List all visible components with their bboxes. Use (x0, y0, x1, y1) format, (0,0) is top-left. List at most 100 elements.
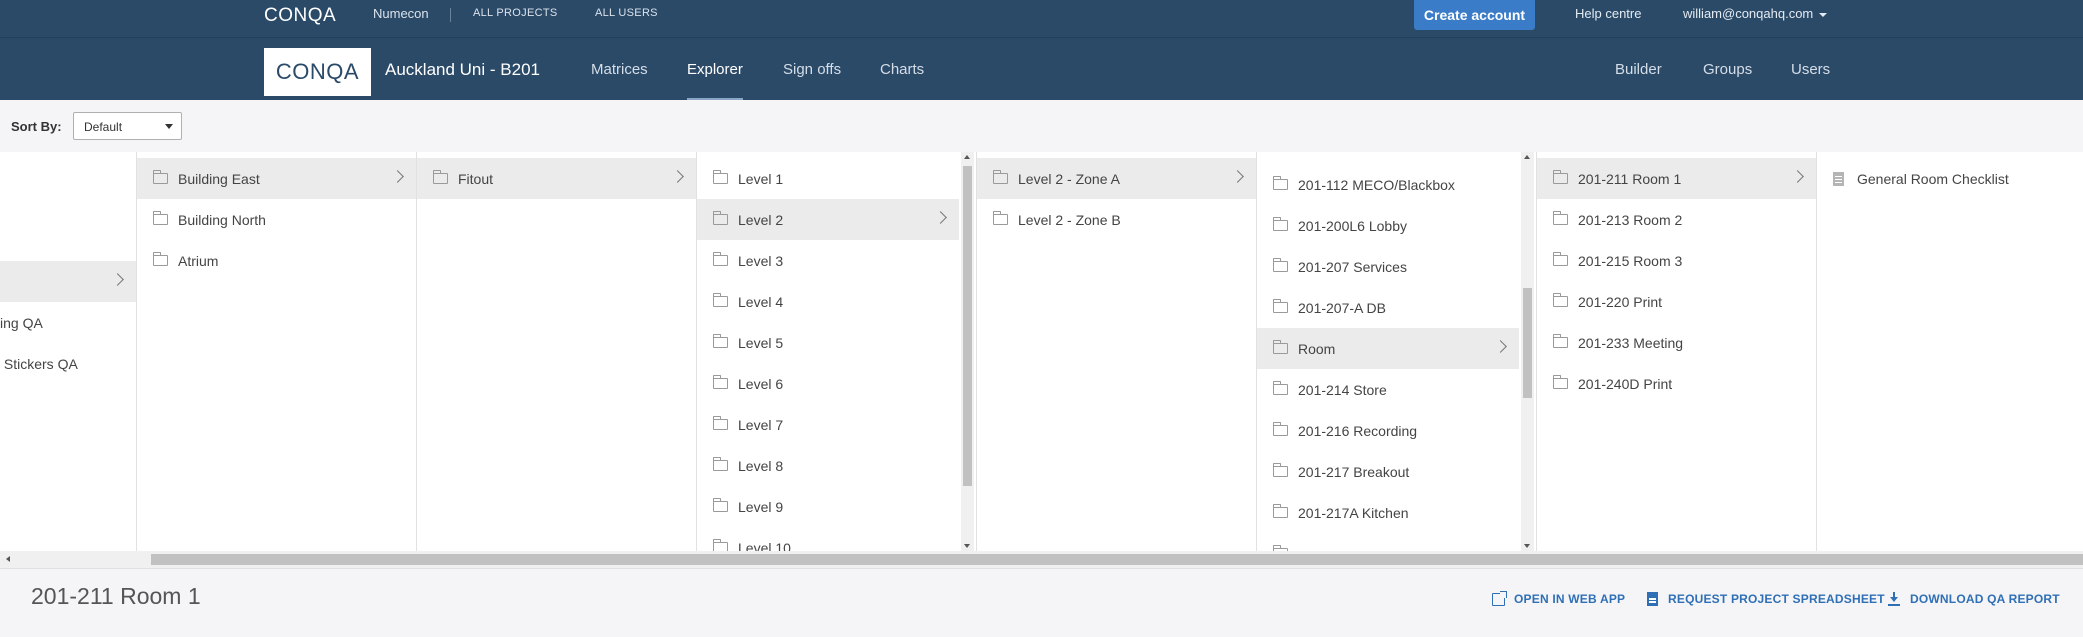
list-item-label: 201-207 Services (1298, 258, 1407, 275)
create-account-button[interactable]: Create account (1414, 0, 1535, 30)
column-fitout: Fitout (417, 152, 697, 551)
list-item[interactable]: Room (1257, 328, 1519, 369)
organisation-name[interactable]: Numecon (373, 6, 429, 21)
list-item[interactable]: 201-215 Room 3 (1537, 240, 1816, 281)
tab-explorer[interactable]: Explorer (687, 61, 743, 101)
list-item[interactable]: Level 8 (697, 445, 959, 486)
list-item[interactable]: 201-213 Room 2 (1537, 199, 1816, 240)
folder-icon (713, 457, 728, 471)
scroll-left-arrow[interactable] (6, 556, 10, 562)
list-item-label: Level 5 (738, 334, 784, 351)
column-levels-scrollbar[interactable] (961, 152, 974, 551)
list-item-label: Building East (178, 170, 260, 187)
list-item-label: Level 7 (738, 416, 784, 433)
open-in-web-app-button[interactable]: OPEN IN WEB APP (1492, 590, 1626, 606)
list-item-label: 201-207-A DB (1298, 299, 1386, 316)
list-item[interactable]: 201-214 Store (1257, 369, 1519, 410)
list-item[interactable]: Level 7 (697, 404, 959, 445)
column-zones: Level 2 - Zone A Level 2 - Zone B (977, 152, 1257, 551)
folder-icon (153, 252, 168, 266)
list-item-label: 201-214 Store (1298, 381, 1387, 398)
list-item[interactable]: Fitout (417, 158, 696, 199)
list-item[interactable]: Level 9 (697, 486, 959, 527)
list-item[interactable]: Stickers QA (0, 343, 136, 384)
user-menu[interactable]: william@conqahq.com (1683, 6, 1828, 21)
list-item[interactable]: Level 2 - Zone B (977, 199, 1256, 240)
project-bar: CONQA Auckland Uni - B201 Matrices Explo… (0, 37, 2083, 101)
list-item[interactable]: Level 1 (697, 158, 959, 199)
list-item[interactable]: 201-112 MECO/Blackbox (1257, 164, 1519, 205)
list-item-label: 201-216 Recording (1298, 422, 1418, 439)
scrollbar-thumb[interactable] (1523, 288, 1532, 398)
list-item[interactable]: 201-233 Meeting (1537, 322, 1816, 363)
list-item-label: Level 9 (738, 498, 784, 515)
sort-by-label: Sort By: (11, 119, 62, 134)
list-item-label: Level 3 (738, 252, 784, 269)
help-centre-link[interactable]: Help centre (1575, 6, 1641, 21)
list-item-label: Fitout (458, 170, 494, 187)
list-item[interactable]: 201-207 Services (1257, 246, 1519, 287)
folder-icon (1553, 170, 1568, 184)
list-item[interactable]: Building North (137, 199, 416, 240)
list-item[interactable]: Level 3 (697, 240, 959, 281)
chevron-right-icon (671, 170, 684, 183)
request-project-spreadsheet-button[interactable]: REQUEST PROJECT SPREADSHEET (1647, 592, 1885, 606)
list-item[interactable]: 201-207-A DB (1257, 287, 1519, 328)
list-item[interactable]: 201-217A Kitchen (1257, 492, 1519, 533)
list-item[interactable]: 201-211 Room 1 (1537, 158, 1816, 199)
all-projects-link[interactable]: ALL PROJECTS (473, 7, 558, 19)
all-users-link[interactable]: ALL USERS (595, 7, 658, 19)
list-item[interactable]: 201-240D Print (1537, 363, 1816, 404)
scroll-up-arrow[interactable] (1524, 155, 1530, 159)
project-logo[interactable]: CONQA (264, 48, 371, 96)
list-item[interactable]: 201-220 Print (1537, 281, 1816, 322)
list-item[interactable]: Level 2 (697, 199, 959, 240)
tab-charts[interactable]: Charts (880, 61, 924, 101)
list-item-label: Building North (178, 211, 266, 228)
list-item[interactable]: Building East (137, 158, 416, 199)
list-item[interactable]: 201-200L6 Lobby (1257, 205, 1519, 246)
list-item[interactable] (1257, 533, 1519, 551)
column-rooms-scrollbar[interactable] (1521, 152, 1534, 551)
document-icon (1833, 171, 1844, 186)
checklist-item[interactable]: General Room Checklist (1817, 158, 2083, 199)
tab-builder[interactable]: Builder (1615, 61, 1662, 101)
project-name[interactable]: Auckland Uni - B201 (385, 60, 540, 80)
sort-select[interactable]: Default (73, 112, 182, 140)
list-item[interactable] (1257, 152, 1519, 164)
sort-select-value: Default (84, 120, 123, 134)
list-item[interactable]: Level 4 (697, 281, 959, 322)
tab-matrices[interactable]: Matrices (591, 61, 648, 101)
folder-icon (1273, 504, 1288, 518)
scrollbar-thumb[interactable] (151, 554, 2083, 565)
list-item[interactable]: 201-216 Recording (1257, 410, 1519, 451)
tab-users[interactable]: Users (1791, 61, 1830, 101)
folder-icon (713, 170, 728, 184)
folder-icon (1273, 258, 1288, 272)
folder-icon (1273, 340, 1288, 354)
sort-bar: Sort By: Default (0, 100, 2083, 152)
scroll-down-arrow[interactable] (964, 544, 970, 548)
list-item[interactable] (0, 261, 136, 302)
open-in-web-app-label: OPEN IN WEB APP (1514, 592, 1626, 606)
conqa-logo[interactable]: CONQA (264, 5, 336, 27)
scroll-down-arrow[interactable] (1524, 544, 1530, 548)
list-item-label: 201-200L6 Lobby (1298, 217, 1407, 234)
scroll-up-arrow[interactable] (964, 155, 970, 159)
list-item[interactable]: Level 2 - Zone A (977, 158, 1256, 199)
tab-groups[interactable]: Groups (1703, 61, 1752, 101)
list-item-label: 201-211 Room 1 (1578, 170, 1682, 187)
download-qa-report-button[interactable]: DOWNLOAD QA REPORT (1888, 592, 2060, 606)
list-item[interactable]: Level 5 (697, 322, 959, 363)
folder-icon (993, 211, 1008, 225)
list-item[interactable]: Level 6 (697, 363, 959, 404)
list-item-label: 201-215 Room 3 (1578, 252, 1683, 269)
list-item[interactable]: 201-217 Breakout (1257, 451, 1519, 492)
scrollbar-thumb[interactable] (963, 166, 972, 486)
horizontal-scrollbar[interactable] (0, 551, 2083, 568)
list-item[interactable]: Atrium (137, 240, 416, 281)
folder-icon (153, 170, 168, 184)
tab-sign-offs[interactable]: Sign offs (783, 61, 841, 101)
list-item[interactable]: Level 10 (697, 527, 959, 551)
list-item[interactable]: ing QA (0, 302, 136, 343)
